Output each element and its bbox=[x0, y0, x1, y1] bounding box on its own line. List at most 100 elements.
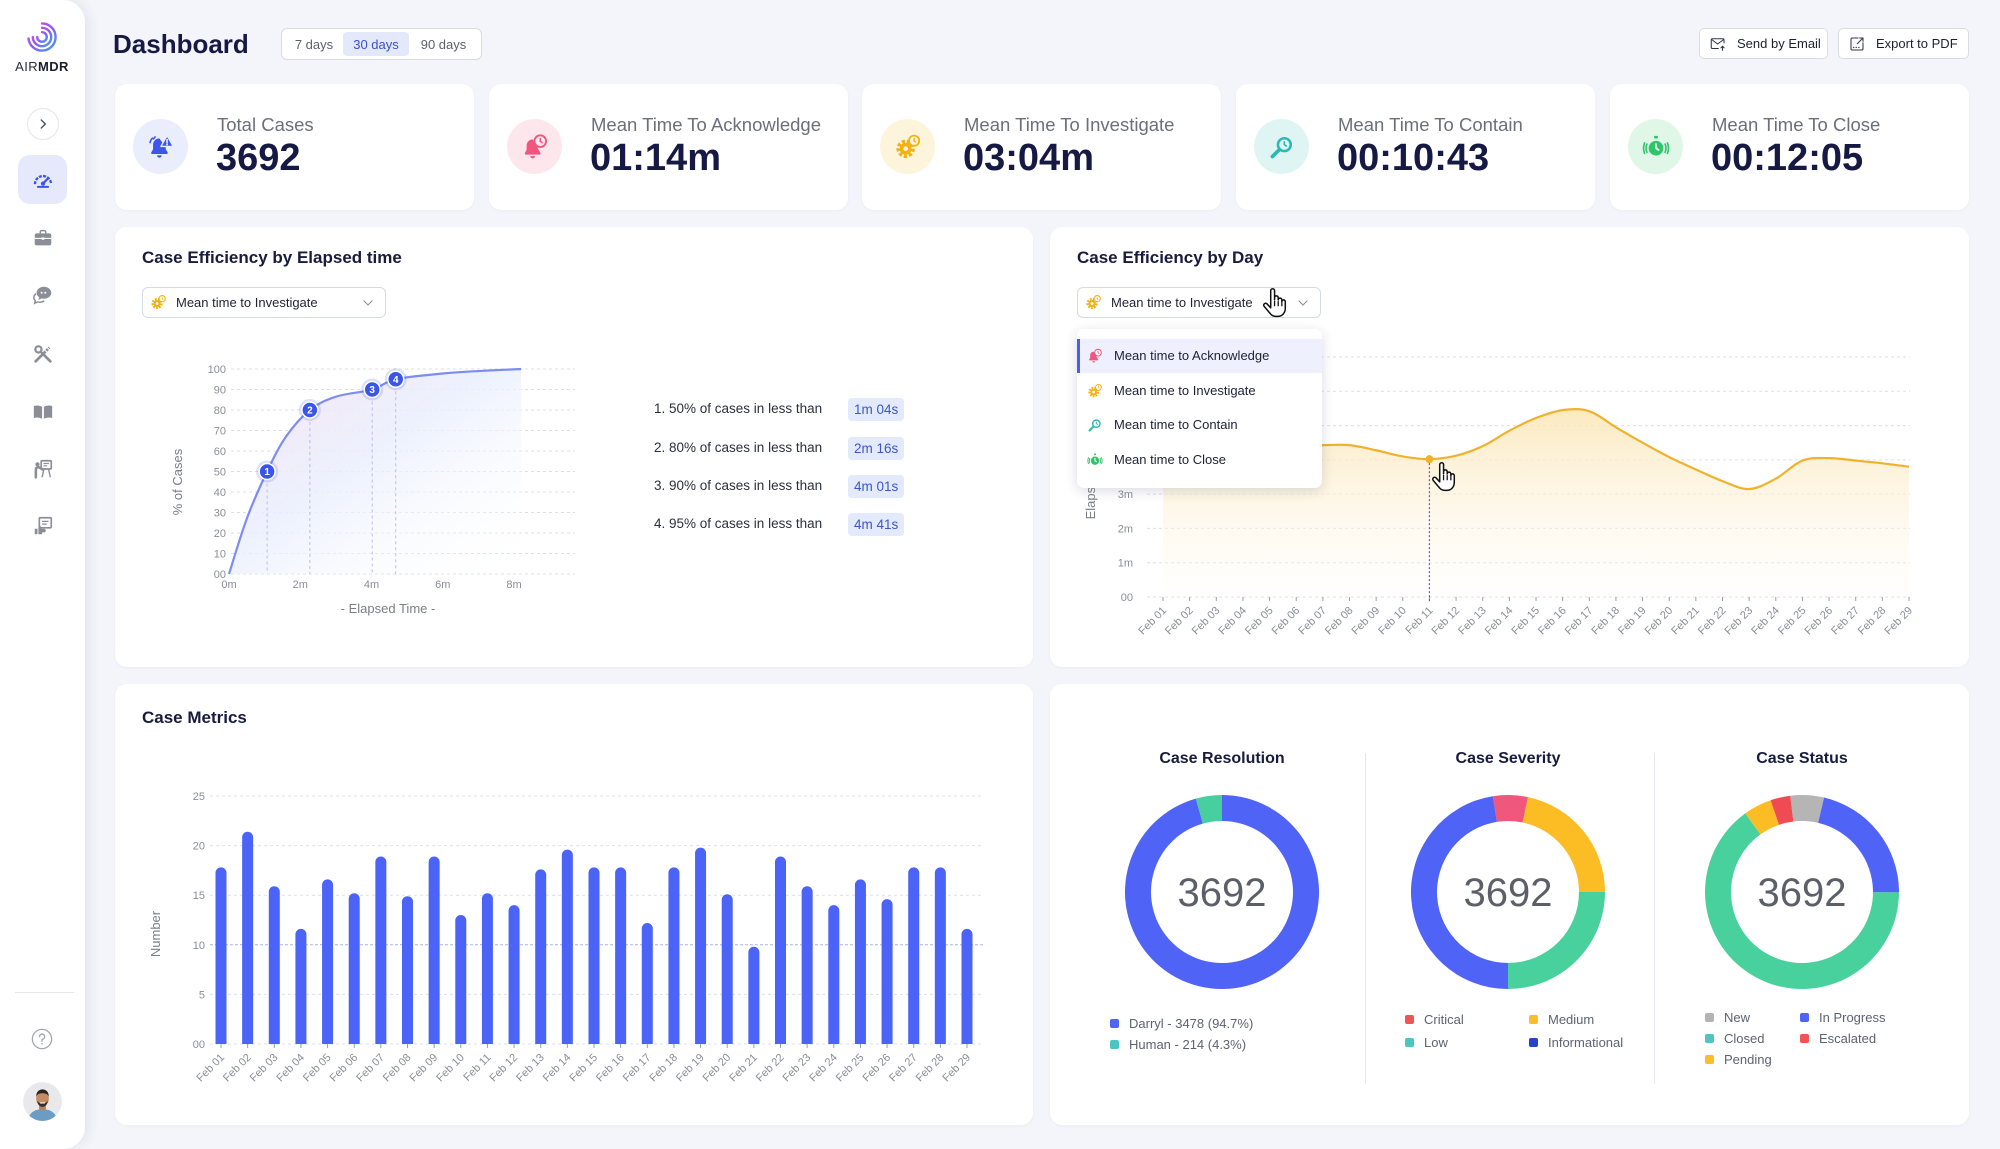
kpi-label: Mean Time To Acknowledge bbox=[591, 114, 822, 135]
menu-option-label: Mean time to Acknowledge bbox=[1114, 348, 1270, 363]
kpi-card-mean-time-to-investigate: Mean Time To Investigate 03:04m bbox=[862, 84, 1221, 210]
legend-item-darryl: Darryl - 3478 (94.7%) bbox=[1110, 1014, 1253, 1032]
legend-swatch bbox=[1705, 1054, 1714, 1064]
case-efficiency-elapsed-card: Case Efficiency by Elapsed time Mean tim… bbox=[115, 227, 1033, 667]
menu-option-close[interactable]: Mean time to Close bbox=[1077, 443, 1322, 477]
legend-label: Pending bbox=[1724, 1051, 1772, 1067]
metric-dropdown-menu: Mean time to Acknowledge Mean time to In… bbox=[1077, 329, 1322, 488]
cursor-hand-icon bbox=[1431, 462, 1457, 492]
page-title: Dashboard bbox=[113, 29, 249, 59]
sidebar-item-presenter[interactable] bbox=[18, 444, 67, 493]
legend-swatch bbox=[1705, 1012, 1714, 1022]
chevron-down-icon bbox=[1295, 295, 1311, 311]
gear-clock-icon bbox=[894, 133, 922, 161]
legend-label: Escalated bbox=[1819, 1030, 1877, 1046]
legend-swatch bbox=[1110, 1018, 1119, 1028]
brand-logo[interactable]: AIRMDR bbox=[10, 18, 74, 78]
sidebar-item-knowledge-book[interactable] bbox=[18, 387, 67, 436]
kpi-icon-badge bbox=[133, 119, 188, 174]
case-severity-title: Case Severity bbox=[1455, 750, 1561, 767]
send-by-email-button[interactable]: Send by Email bbox=[1699, 28, 1828, 59]
export-to-pdf-button[interactable]: Export to PDF bbox=[1838, 28, 1969, 59]
menu-option-acknowledge[interactable]: Mean time to Acknowledge bbox=[1077, 339, 1322, 373]
menu-option-investigate[interactable]: Mean time to Investigate bbox=[1077, 374, 1322, 408]
summary-item: 4. 95% of cases in less than bbox=[654, 516, 823, 531]
legend-swatch bbox=[1800, 1012, 1809, 1022]
briefcase-icon bbox=[34, 229, 51, 245]
sidebar-item-dashboard[interactable] bbox=[18, 155, 67, 204]
kpi-icon-badge bbox=[880, 119, 935, 174]
open-book-icon bbox=[33, 405, 52, 419]
kpi-label: Mean Time To Investigate bbox=[964, 114, 1175, 135]
sidebar: AIRMDR bbox=[0, 0, 85, 1149]
bell-clock-icon bbox=[521, 133, 549, 161]
tools-icon bbox=[33, 344, 52, 363]
range-7-days-button[interactable]: 7 days bbox=[285, 32, 343, 56]
summary-time-badge: 4m 41s bbox=[848, 513, 905, 536]
chevron-down-icon bbox=[360, 295, 376, 311]
user-avatar[interactable] bbox=[23, 1082, 62, 1121]
kpi-icon-badge bbox=[507, 119, 562, 174]
sidebar-item-report-board[interactable] bbox=[18, 501, 67, 550]
range-90-days-button[interactable]: 90 days bbox=[409, 32, 478, 56]
search-clock-icon bbox=[1087, 417, 1103, 433]
legend-item-escalated: Escalated bbox=[1800, 1029, 1876, 1047]
search-clock-icon bbox=[1268, 133, 1296, 161]
case-resolution-title: Case Resolution bbox=[1159, 750, 1285, 767]
section-divider bbox=[1654, 753, 1655, 1084]
summary-item: 1. 50% of cases in less than bbox=[654, 401, 823, 416]
summary-item: 3. 90% of cases in less than bbox=[654, 478, 823, 493]
sidebar-item-briefcase[interactable] bbox=[18, 213, 67, 262]
legend-label: Critical bbox=[1424, 1011, 1464, 1027]
presenter-icon bbox=[34, 459, 52, 479]
metric-select-dropdown[interactable]: Mean time to Investigate bbox=[142, 287, 386, 318]
section-divider bbox=[1365, 753, 1366, 1084]
summary-time-badge: 4m 01s bbox=[848, 475, 905, 498]
kpi-value: 3692 bbox=[216, 137, 301, 179]
legend-swatch bbox=[1405, 1014, 1414, 1024]
gear-clock-icon bbox=[150, 294, 167, 311]
case-breakdown-card: Case Resolution Case Severity Case Statu… bbox=[1050, 684, 1969, 1125]
legend-label: New bbox=[1724, 1009, 1751, 1025]
pdf-export-icon bbox=[1850, 36, 1864, 51]
brand-name-light: AIR bbox=[15, 59, 39, 74]
legend-item-informational: Informational bbox=[1529, 1033, 1623, 1051]
kpi-card-mean-time-to-close: Mean Time To Close 00:12:05 bbox=[1610, 84, 1969, 210]
bell-alert-icon bbox=[147, 133, 175, 161]
legend-label: Human - 214 (4.3%) bbox=[1129, 1036, 1247, 1052]
airmdr-swirl-logo bbox=[27, 22, 57, 52]
chevron-right-icon bbox=[40, 119, 46, 129]
sidebar-item-tools[interactable] bbox=[18, 329, 67, 378]
case-status-title: Case Status bbox=[1756, 750, 1848, 767]
legend-swatch bbox=[1529, 1037, 1538, 1047]
card-title: Case Efficiency by Day bbox=[1077, 248, 1264, 267]
sidebar-item-chat[interactable] bbox=[18, 270, 67, 319]
date-range-toggle: 7 days 30 days 90 days bbox=[281, 28, 482, 60]
dropdown-selected-value: Mean time to Investigate bbox=[1111, 295, 1253, 310]
kpi-label: Mean Time To Contain bbox=[1338, 114, 1523, 135]
kpi-icon-badge bbox=[1254, 119, 1309, 174]
kpi-value: 00:12:05 bbox=[1711, 137, 1864, 179]
menu-option-contain[interactable]: Mean time to Contain bbox=[1077, 408, 1322, 442]
legend-label: Closed bbox=[1724, 1030, 1765, 1046]
kpi-card-mean-time-to-contain: Mean Time To Contain 00:10:43 bbox=[1236, 84, 1595, 210]
kpi-label: Mean Time To Close bbox=[1712, 114, 1881, 135]
legend-item-closed: Closed bbox=[1705, 1029, 1764, 1047]
card-title: Case Metrics bbox=[142, 708, 247, 727]
legend-label: Darryl - 3478 (94.7%) bbox=[1129, 1015, 1254, 1031]
kpi-value: 00:10:43 bbox=[1337, 137, 1490, 179]
chat-bubbles-icon bbox=[32, 286, 51, 305]
legend-swatch bbox=[1705, 1033, 1714, 1043]
dropdown-selected-value: Mean time to Investigate bbox=[176, 295, 318, 310]
case-metrics-card: Case Metrics bbox=[115, 684, 1033, 1125]
legend-item-human: Human - 214 (4.3%) bbox=[1110, 1035, 1246, 1053]
range-30-days-button[interactable]: 30 days bbox=[343, 32, 409, 56]
legend-label: Informational bbox=[1548, 1034, 1624, 1050]
help-circle-icon[interactable] bbox=[31, 1028, 53, 1050]
legend-item-pending: Pending bbox=[1705, 1050, 1772, 1068]
legend-swatch bbox=[1529, 1014, 1538, 1024]
kpi-label: Total Cases bbox=[217, 114, 314, 135]
legend-label: In Progress bbox=[1819, 1009, 1886, 1025]
expand-sidebar-button[interactable] bbox=[27, 108, 59, 140]
menu-option-label: Mean time to Close bbox=[1114, 452, 1226, 467]
